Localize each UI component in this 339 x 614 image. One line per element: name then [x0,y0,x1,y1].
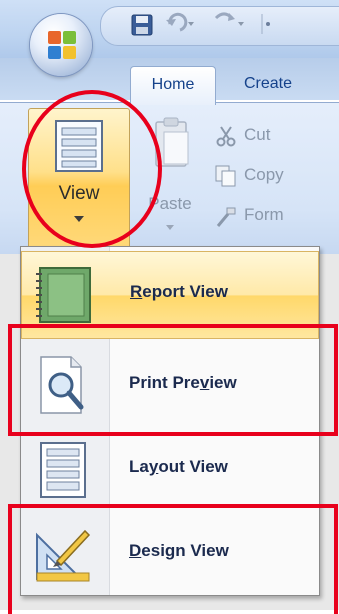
save-icon[interactable] [131,14,153,36]
tab-home[interactable]: Home [130,66,216,105]
red-box-annotation-print-preview [8,324,338,436]
format-painter-icon [216,207,236,227]
office-logo-icon [48,31,76,59]
red-circle-annotation [22,90,162,248]
format-painter-label: Form [244,205,284,224]
menu-item-label: Report View [130,282,228,301]
copy-label: Copy [244,165,284,184]
qat-separator-icon [261,14,270,34]
report-view-icon [36,267,91,323]
menu-item-label: Layout View [129,457,228,476]
undo-icon[interactable] [164,10,200,36]
chevron-down-icon [166,225,174,230]
red-box-annotation-design-view [8,504,338,614]
copy-icon [215,165,236,187]
tab-create[interactable]: Create [232,66,339,102]
copy-button[interactable]: Copy [212,160,339,192]
cut-button[interactable]: Cut [212,120,339,152]
scissors-icon [216,126,236,147]
office-button[interactable] [30,14,92,76]
redo-icon[interactable] [212,10,248,36]
menu-item-layout-view[interactable]: Layout View [21,427,319,513]
cut-label: Cut [244,125,271,144]
format-painter-button[interactable]: Form [212,200,339,232]
layout-view-icon [40,442,86,498]
